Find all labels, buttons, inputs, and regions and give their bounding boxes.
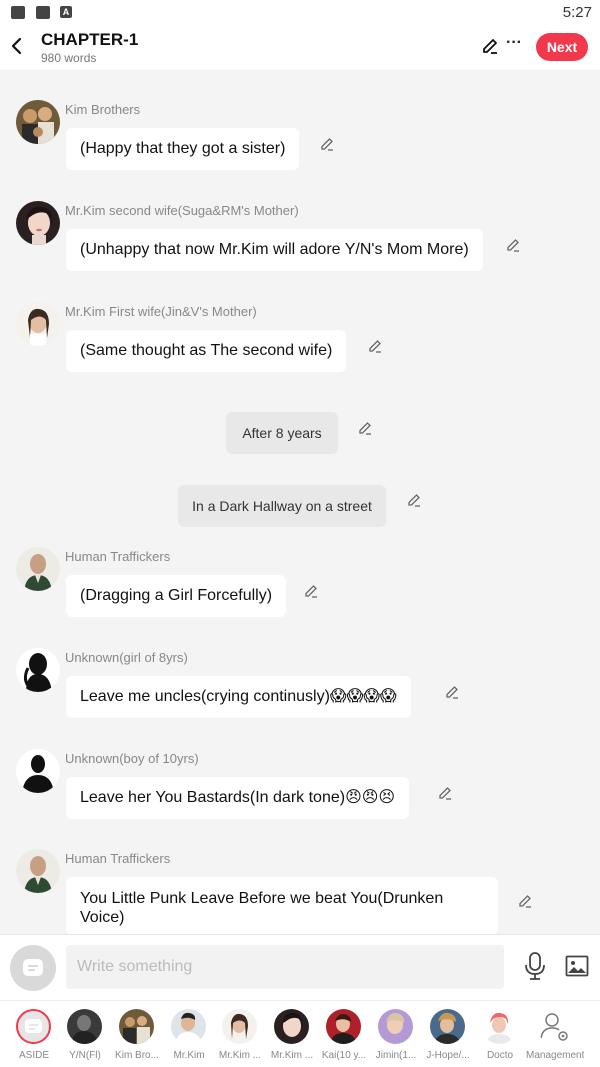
character-label: Mr.Kim ... [218,1050,262,1061]
management-button[interactable]: Management [526,1009,584,1065]
edit-chapter-button[interactable] [480,36,500,56]
sender-name: Mr.Kim second wife(Suga&RM's Mother) [65,203,299,218]
avatar [326,1009,361,1044]
image-icon [11,6,25,19]
character-label: Jimin(1... [375,1050,417,1061]
avatar [482,1009,517,1044]
character-label: Mr.Kim [173,1050,205,1061]
character-item[interactable]: J-Hope/... [422,1009,474,1065]
chapter-header: CHAPTER-1 980 words ··· Next [0,26,600,70]
character-bar: ASIDE Y/N(Fl) Kim Bro... Mr.Kim Mr.Kim .… [0,1000,600,1067]
sender-name: Mr.Kim First wife(Jin&V's Mother) [65,304,257,319]
write-input[interactable] [66,945,504,989]
character-item[interactable]: Kai(10 y... [318,1009,370,1065]
narration-note[interactable]: In a Dark Hallway on a street [178,485,386,527]
message-bubble[interactable]: Leave me uncles(crying continusly)😱😱😱😱 [66,676,411,718]
avatar[interactable] [16,849,60,893]
character-label: Docto [486,1050,514,1061]
message-bubble[interactable]: You Little Punk Leave Before we beat You… [66,877,498,935]
pencil-icon [483,39,497,54]
sender-name: Kim Brothers [65,102,141,117]
character-item[interactable]: Y/N(Fl) [59,1009,111,1065]
avatar [378,1009,413,1044]
character-label: Management [526,1050,584,1061]
pencil-icon[interactable] [367,338,383,354]
message-bubble[interactable]: (Happy that they got a sister) [66,128,300,170]
microphone-icon[interactable] [524,951,546,981]
avatar [171,1009,206,1044]
message-bubble[interactable]: (Same thought as The second wife) [66,330,347,372]
character-item[interactable]: Jimin(1... [370,1009,422,1065]
status-bar: A 5:27 [0,0,600,26]
character-item[interactable]: Kim Bro... [111,1009,163,1065]
next-button[interactable]: Next [536,33,588,61]
avatar [274,1009,309,1044]
pencil-icon[interactable] [357,420,373,436]
avatar[interactable] [16,547,60,591]
avatar [222,1009,257,1044]
more-options-button[interactable]: ··· [506,34,528,54]
pencil-icon[interactable] [505,237,521,253]
avatar[interactable] [16,749,60,793]
aside-toggle-button[interactable] [10,945,56,991]
status-time: 5:27 [562,4,592,21]
image-upload-icon[interactable] [565,955,589,977]
character-label: Kim Bro... [115,1050,159,1061]
sender-name: Unknown(girl of 8yrs) [65,650,188,665]
character-label: ASIDE [18,1050,49,1061]
character-aside[interactable]: ASIDE [8,1009,60,1065]
avatar[interactable] [16,201,60,245]
avatar[interactable] [16,648,60,692]
avatar [119,1009,154,1044]
avatar[interactable] [16,302,60,346]
a-icon: A [60,6,72,18]
aside-avatar [16,1009,51,1044]
page-title: CHAPTER-1 [41,30,139,49]
pencil-icon[interactable] [406,492,422,508]
message-bubble[interactable]: Leave her You Bastards(In dark tone)😠😠😣 [66,777,410,819]
pencil-icon[interactable] [319,136,335,152]
narration-note[interactable]: After 8 years [226,412,338,454]
character-item[interactable]: Docto [474,1009,526,1065]
chevron-left-icon [11,37,22,55]
aside-icon [23,959,43,976]
character-item[interactable]: Mr.Kim ... [214,1009,266,1065]
composer-bar [0,934,600,1000]
message-bubble[interactable]: (Unhappy that now Mr.Kim will adore Y/N'… [66,229,483,271]
pencil-icon[interactable] [444,684,460,700]
sender-name: Human Traffickers [65,549,171,564]
pencil-icon[interactable] [517,893,533,909]
pencil-icon[interactable] [437,785,453,801]
avatar [67,1009,102,1044]
message-bubble[interactable]: (Dragging a Girl Forcefully) [66,575,287,617]
character-item[interactable]: Mr.Kim ... [266,1009,318,1065]
character-item[interactable]: Mr.Kim [163,1009,215,1065]
avatar[interactable] [16,100,60,144]
user-settings-icon [537,1009,572,1044]
avatar [430,1009,465,1044]
character-label: Y/N(Fl) [69,1050,101,1061]
character-label: Mr.Kim ... [270,1050,314,1061]
sender-name: Unknown(boy of 10yrs) [65,751,199,766]
character-label: Kai(10 y... [321,1050,367,1061]
word-count: 980 words [41,51,97,65]
folder-icon [36,6,50,19]
sender-name: Human Traffickers [65,851,171,866]
pencil-icon[interactable] [303,583,319,599]
character-label: J-Hope/... [426,1050,470,1061]
back-button[interactable] [8,34,28,58]
